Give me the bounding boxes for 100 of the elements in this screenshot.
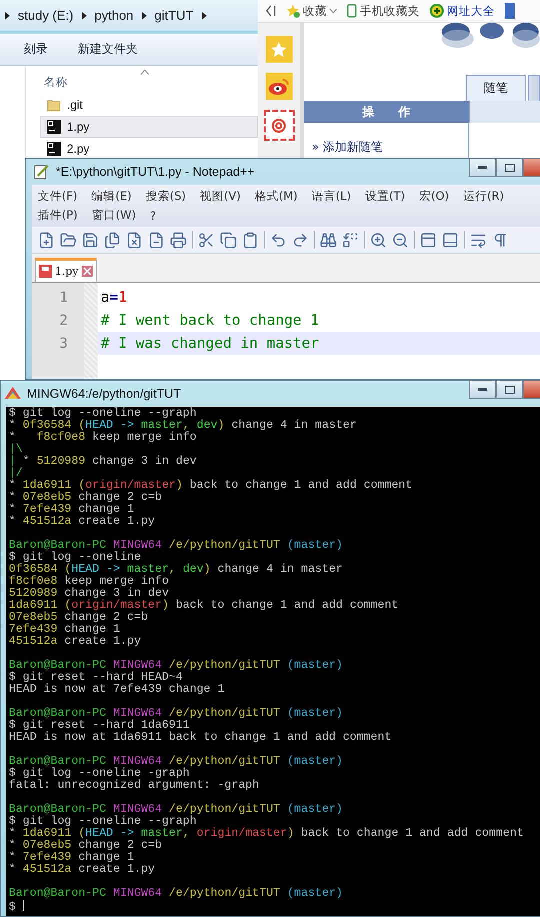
tab[interactable]: 随笔: [466, 75, 526, 101]
file-tab[interactable]: 1.py: [35, 258, 97, 282]
terminal-line: Baron@Baron-PC MINGW64 /e/python/gitTUT (master): [9, 660, 344, 672]
pilcrow-icon[interactable]: [492, 232, 509, 248]
find-icon[interactable]: [320, 232, 337, 248]
line-number: 1: [58, 288, 69, 308]
dropdown-caret-icon: [330, 8, 337, 14]
terminal-line: $: [9, 900, 540, 912]
breadcrumb-item[interactable]: study (E:): [18, 8, 74, 23]
weibo-icon[interactable]: [266, 73, 292, 100]
collapse-icon[interactable]: [266, 5, 276, 17]
terminal-line: $ git reset --hard HEAD~4: [9, 672, 183, 684]
menu-item[interactable]: 搜索(S): [146, 189, 186, 204]
menu-item[interactable]: 设置(T): [365, 189, 406, 204]
bookmark-label: 网址大全: [447, 4, 495, 18]
menu-item[interactable]: 编辑(E): [92, 189, 132, 204]
terminal-line: |/: [9, 468, 24, 480]
terminal-line: $ git log --oneline --graph: [9, 816, 198, 828]
menu-item[interactable]: 窗口(W): [92, 208, 136, 223]
bookmark-label: 收藏: [303, 4, 327, 18]
menu-item[interactable]: 格式(M): [254, 189, 298, 204]
terminal-line: 5120989 change 3 in dev: [9, 588, 170, 600]
terminal-line: * 0f36584 (HEAD -> master, dev) change 4 in master: [9, 420, 358, 432]
chevron-icon: [202, 12, 207, 20]
panel-bottom-icon[interactable]: [442, 232, 459, 248]
panel-top-icon[interactable]: [420, 232, 437, 248]
terminal-line: * 451512a create 1.py: [9, 516, 156, 528]
print-icon[interactable]: [170, 232, 187, 248]
menu-item[interactable]: 运行(R): [463, 189, 504, 204]
close-icon[interactable]: [82, 266, 93, 277]
menu-item[interactable]: ?: [150, 208, 156, 222]
paste-icon[interactable]: [242, 232, 259, 248]
terminal-line: Baron@Baron-PC MINGW64 /e/python/gitTUT (master): [9, 888, 344, 900]
bookmark-item[interactable]: 收藏: [286, 4, 337, 18]
undo-icon[interactable]: [270, 232, 287, 248]
breadcrumb-item[interactable]: gitTUT: [154, 8, 194, 23]
line-number: 3: [58, 334, 69, 354]
file-row[interactable]: 1.py: [40, 116, 258, 138]
bookmark-item[interactable]: 手机收藏夹: [347, 4, 420, 18]
menu-item[interactable]: 文件(F): [38, 189, 78, 204]
terminal-line: $ git log --oneline: [9, 552, 142, 564]
plus-icon: [430, 4, 444, 18]
copy-icon[interactable]: [220, 232, 237, 248]
zoom-in-icon[interactable]: [370, 232, 387, 248]
window-title: *E:\python\gitTUT\1.py - Notepad++: [56, 165, 255, 179]
terminal-line: Baron@Baron-PC MINGW64 /e/python/gitTUT (master): [9, 804, 344, 816]
save-icon[interactable]: [82, 232, 99, 248]
file-row[interactable]: .git: [40, 94, 258, 116]
terminal-line: f8cf0e8 keep merge info: [9, 576, 170, 588]
minimize-button[interactable]: [469, 159, 496, 177]
terminal-line: 451512a create 1.py: [9, 636, 142, 648]
maximize-button[interactable]: [496, 381, 523, 399]
menu-item[interactable]: 插件(P): [38, 208, 78, 223]
git-icon: [5, 387, 21, 401]
terminal-line: * 7efe439 change 1: [9, 504, 136, 516]
add-post-link[interactable]: » 添加新随笔: [312, 140, 384, 154]
terminal-line: Baron@Baron-PC MINGW64 /e/python/gitTUT (master): [9, 708, 344, 720]
menu-item[interactable]: 视图(V): [200, 189, 241, 204]
close-file-icon[interactable]: [126, 232, 143, 248]
save-all-icon[interactable]: [104, 232, 121, 248]
chevron-icon: [82, 12, 87, 20]
terminal-line: 0f36584 (HEAD -> master, dev) change 4 in master: [9, 564, 344, 576]
column-header[interactable]: 名称: [44, 74, 68, 90]
minimize-button[interactable]: [469, 381, 496, 399]
menu-item[interactable]: 语言(L): [312, 189, 352, 204]
terminal-line: |\: [9, 444, 24, 456]
terminal-line: 7efe439 change 1: [9, 624, 122, 636]
terminal-line: $ git log --oneline --graph: [9, 408, 198, 420]
toolbar-button[interactable]: 新建文件夹: [78, 41, 138, 58]
terminal-line: fatal: unrecognized argument: -graph: [9, 780, 260, 792]
redo-icon[interactable]: [292, 232, 309, 248]
terminal-line: * 07e8eb5 change 2 c=b: [9, 840, 164, 852]
cut-icon[interactable]: [198, 232, 215, 248]
new-file-icon[interactable]: [38, 232, 55, 248]
file-name: 1.py: [67, 120, 90, 134]
terminal-line: * f8cf0e8 keep merge info: [9, 432, 198, 444]
terminal-line: 07e8eb5 change 2 c=b: [9, 612, 150, 624]
file-name: 2.py: [67, 142, 90, 156]
open-folder-icon[interactable]: [60, 232, 77, 248]
terminal-line: Baron@Baron-PC MINGW64 /e/python/gitTUT (master): [9, 756, 344, 768]
bookmark-item[interactable]: 网址大全: [430, 4, 495, 18]
address-bar[interactable]: study (E:) python gitTUT: [0, 0, 258, 34]
star-icon: [286, 4, 300, 18]
menu-item[interactable]: 宏(O): [419, 189, 450, 204]
notepad-icon: [34, 164, 50, 180]
terminal-line: * 07e8eb5 change 2 c=b: [9, 492, 164, 504]
toolbar-button[interactable]: 刻录: [24, 41, 48, 58]
zoom-out-icon[interactable]: [392, 232, 409, 248]
panel-header: 操 作: [304, 101, 469, 123]
folder-icon: [47, 98, 61, 112]
close-all-icon[interactable]: [148, 232, 165, 248]
code-editor[interactable]: 1 2 3 a=1 # I went back to change 1 # I was changed in master: [32, 283, 540, 379]
replace-icon[interactable]: [342, 232, 359, 248]
terminal-line: Baron@Baron-PC MINGW64 /e/python/gitTUT (master): [9, 540, 344, 552]
file-row[interactable]: 2.py: [40, 138, 258, 160]
breadcrumb-item[interactable]: python: [94, 8, 134, 23]
terminal-line: * 451512a create 1.py: [9, 864, 156, 876]
file-icon: [47, 142, 61, 156]
maximize-button[interactable]: [496, 159, 523, 177]
line-number: 2: [58, 312, 69, 330]
